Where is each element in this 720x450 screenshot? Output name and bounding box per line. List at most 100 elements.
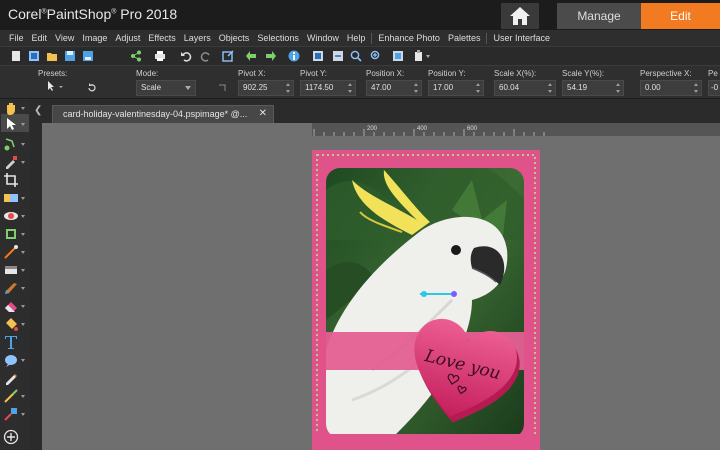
pivot-y-field[interactable]: 1174.50: [300, 80, 356, 96]
straighten-icon[interactable]: [3, 190, 19, 206]
pivot-x-label: Pivot X:: [238, 69, 266, 78]
document-tab-label: card-holiday-valentinesday-04.pspimage* …: [63, 109, 248, 119]
app-title: Corel®PaintShop® Pro 2018: [8, 6, 178, 22]
fill-icon[interactable]: [3, 316, 19, 332]
manage-tab[interactable]: Manage: [557, 3, 641, 29]
crop-icon[interactable]: [222, 50, 234, 62]
position-y-label: Position Y:: [428, 69, 466, 78]
makeover-icon[interactable]: [3, 226, 19, 242]
card-image[interactable]: Love you: [312, 150, 540, 450]
perspective-x-field[interactable]: 0.00: [640, 80, 702, 96]
scale-y-field[interactable]: 54.19: [562, 80, 624, 96]
pivot-x-field[interactable]: 902.25: [238, 80, 294, 96]
tools-palette: [0, 99, 30, 450]
scratch-remover-icon[interactable]: [3, 262, 19, 278]
redo-history-icon[interactable]: [264, 50, 276, 62]
pick-icon[interactable]: [3, 116, 19, 132]
menu-separator: [371, 32, 373, 44]
standard-toolbar: [0, 46, 720, 65]
menu-effects[interactable]: Effects: [148, 33, 175, 43]
reset-icon[interactable]: [86, 82, 98, 94]
save-icon[interactable]: [64, 50, 76, 62]
menu-edit[interactable]: Edit: [32, 33, 48, 43]
text-icon[interactable]: [3, 334, 19, 350]
menu-bar: File Edit View Image Adjust Effects Laye…: [0, 30, 720, 46]
chevron-left-icon[interactable]: ❮: [34, 105, 42, 116]
menu-window[interactable]: Window: [307, 33, 339, 43]
perspective-y-label: Pe: [708, 69, 718, 78]
menu-adjust[interactable]: Adjust: [115, 33, 140, 43]
dropper-icon[interactable]: [3, 154, 19, 170]
shape-icon[interactable]: [3, 352, 19, 368]
pan-icon[interactable]: [3, 100, 19, 116]
mode-dropdown[interactable]: Scale: [136, 80, 196, 96]
close-icon[interactable]: ✕: [259, 108, 267, 119]
menu-separator: [486, 32, 488, 44]
link-icon[interactable]: [218, 84, 226, 92]
clone-brush-icon[interactable]: [3, 244, 19, 260]
picture-tube-icon[interactable]: [3, 406, 19, 422]
new-from-template-icon[interactable]: [28, 50, 40, 62]
edit-tab[interactable]: Edit: [641, 3, 720, 29]
canvas-left-gutter: [30, 123, 42, 450]
menu-palettes[interactable]: Palettes: [448, 33, 481, 43]
menu-objects[interactable]: Objects: [219, 33, 250, 43]
mode-label: Mode:: [136, 69, 159, 78]
paint-brush-icon[interactable]: [3, 280, 19, 296]
position-x-field[interactable]: 47.00: [366, 80, 422, 96]
mode-value: Scale: [141, 83, 162, 92]
copy-icon[interactable]: [392, 50, 404, 62]
info-icon[interactable]: [288, 50, 300, 62]
crop-icon[interactable]: [3, 172, 19, 188]
home-button[interactable]: [501, 3, 539, 29]
pivot-y-label: Pivot Y:: [300, 69, 327, 78]
undo-history-icon[interactable]: [246, 50, 258, 62]
menu-view[interactable]: View: [55, 33, 74, 43]
position-y-field[interactable]: 17.00: [428, 80, 484, 96]
menu-selections[interactable]: Selections: [257, 33, 299, 43]
share-icon[interactable]: [130, 50, 142, 62]
pen-icon[interactable]: [3, 370, 19, 386]
menu-enhance-photo[interactable]: Enhance Photo: [378, 33, 440, 43]
selection-icon[interactable]: [3, 136, 19, 152]
document-tab-strip: ❮ card-holiday-valentinesday-04.pspimage…: [30, 99, 720, 123]
presets-dropdown[interactable]: [40, 80, 70, 96]
print-icon[interactable]: [154, 50, 166, 62]
open-icon[interactable]: [46, 50, 58, 62]
redo-icon[interactable]: [200, 50, 212, 62]
new-icon[interactable]: [10, 50, 22, 62]
paste-dropdown-icon[interactable]: [414, 50, 432, 62]
add-icon[interactable]: [3, 429, 19, 445]
position-x-label: Position X:: [366, 69, 405, 78]
scale-y-label: Scale Y(%):: [562, 69, 605, 78]
perspective-x-label: Perspective X:: [640, 69, 692, 78]
fit-window-icon[interactable]: [312, 50, 324, 62]
menu-image[interactable]: Image: [82, 33, 107, 43]
document-tab[interactable]: card-holiday-valentinesday-04.pspimage* …: [52, 105, 274, 123]
zoom-out-icon[interactable]: [332, 50, 344, 62]
ruler-ticks: 200 400 600: [313, 126, 545, 136]
menu-layers[interactable]: Layers: [184, 33, 211, 43]
actual-size-icon[interactable]: [370, 50, 382, 62]
menu-file[interactable]: File: [9, 33, 24, 43]
zoom-in-icon[interactable]: [350, 50, 362, 62]
scale-x-field[interactable]: 60.04: [494, 80, 556, 96]
scale-x-label: Scale X(%):: [494, 69, 537, 78]
perspective-y-field[interactable]: -0: [708, 80, 720, 96]
chevron-down-icon: [185, 86, 191, 90]
title-bar: Corel®PaintShop® Pro 2018 Manage Edit: [0, 0, 720, 30]
tool-options-bar: Presets: Mode: Scale Pivot X: 902.25 Piv…: [0, 65, 720, 99]
retouch-icon[interactable]: [3, 388, 19, 404]
menu-help[interactable]: Help: [347, 33, 366, 43]
undo-icon[interactable]: [180, 50, 192, 62]
save-as-icon[interactable]: [82, 50, 94, 62]
canvas-area[interactable]: 200 400 600 Love you: [42, 123, 720, 450]
menu-user-interface[interactable]: User Interface: [493, 33, 550, 43]
home-icon: [510, 7, 530, 25]
ruler-label: 600: [467, 126, 478, 132]
red-eye-icon[interactable]: [3, 208, 19, 224]
eraser-icon[interactable]: [3, 298, 19, 314]
horizontal-ruler: 200 400 600: [312, 123, 720, 136]
pick-arrow-icon: [48, 81, 63, 91]
ruler-label: 400: [417, 126, 428, 132]
